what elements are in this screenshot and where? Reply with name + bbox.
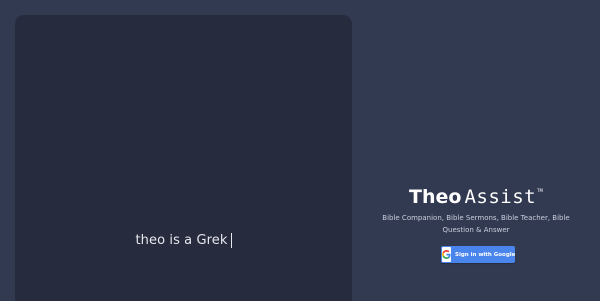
google-g-icon xyxy=(442,247,451,262)
logo-name-bold: Theo xyxy=(409,186,462,208)
logo: Theo Assist TM xyxy=(352,188,600,207)
logo-name-light: Assist xyxy=(464,186,537,208)
google-sign-in-button[interactable]: Sign in with Google xyxy=(441,246,515,263)
typing-line: theo is a Grek xyxy=(15,233,352,248)
text-cursor xyxy=(230,233,232,248)
page: theo is a Grek Theo Assist TM Bible Comp… xyxy=(0,0,600,301)
typing-animation-panel: theo is a Grek xyxy=(15,15,352,301)
trademark-mark: TM xyxy=(537,188,543,193)
google-sign-in-label: Sign in with Google xyxy=(455,251,516,258)
tagline: Bible Companion, Bible Sermons, Bible Te… xyxy=(382,214,570,234)
typed-text: theo is a Grek xyxy=(135,233,228,248)
brand-section: Theo Assist TM Bible Companion, Bible Se… xyxy=(352,188,600,236)
